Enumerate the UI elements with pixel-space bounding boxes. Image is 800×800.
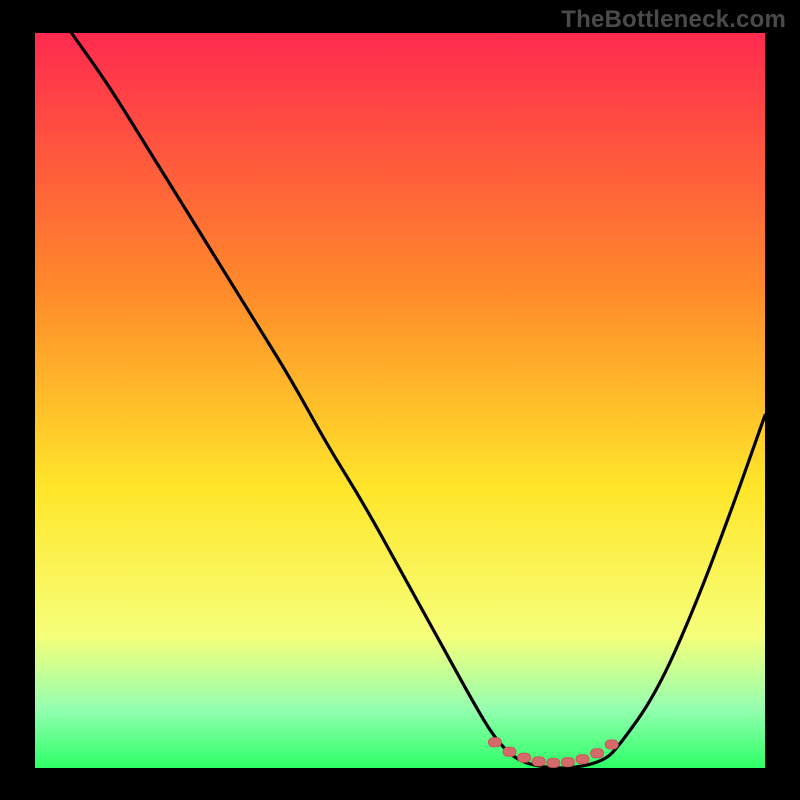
chart-frame: { "watermark": "TheBottleneck.com", "col… [0, 0, 800, 800]
bottleneck-chart [0, 0, 800, 800]
marker-dot [503, 747, 516, 756]
marker-dot [605, 740, 618, 749]
marker-dot [518, 753, 531, 762]
marker-dot [561, 758, 574, 767]
marker-dot [532, 757, 545, 766]
marker-dot [591, 749, 604, 758]
marker-dot [576, 755, 589, 764]
marker-dot [547, 758, 560, 767]
marker-dot [488, 738, 501, 747]
